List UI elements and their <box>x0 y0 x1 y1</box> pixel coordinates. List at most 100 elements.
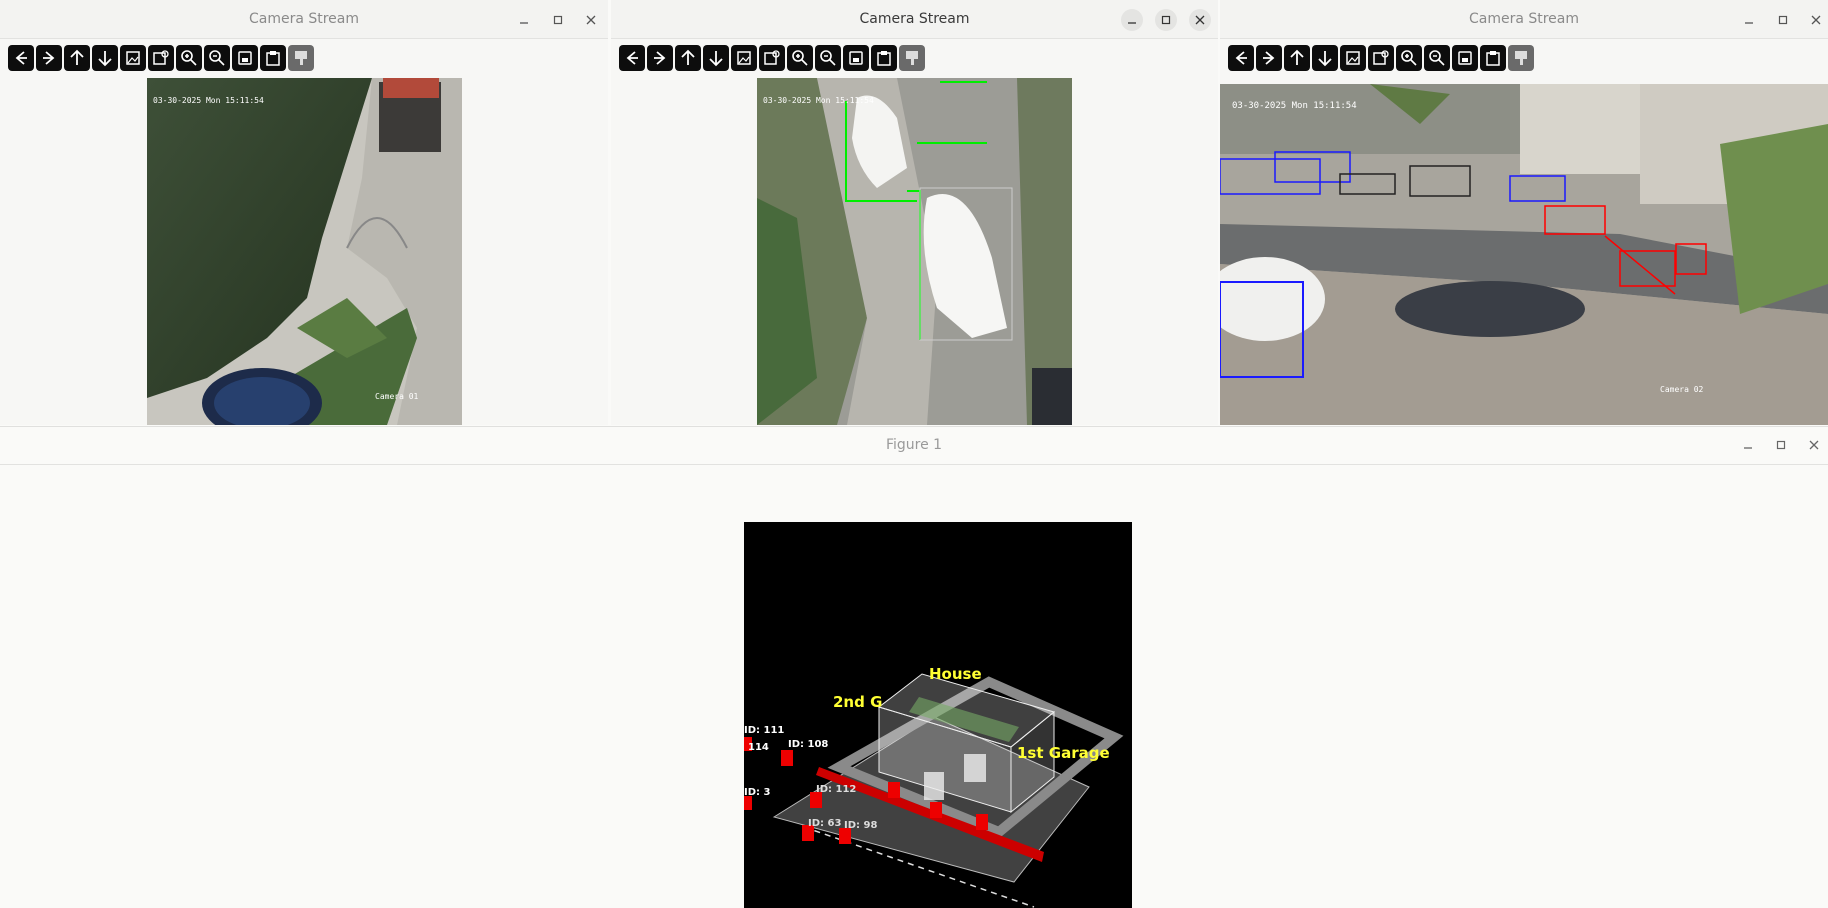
close-button[interactable] <box>1805 9 1827 31</box>
arrow-right-button[interactable] <box>1256 45 1282 71</box>
maximize-button[interactable] <box>1155 9 1177 31</box>
camera-label: Camera 02 <box>1660 385 1704 394</box>
zoom-out-icon <box>1429 50 1445 66</box>
arrow-down-icon <box>98 51 112 67</box>
vehicle-id-label: ID: 3 <box>744 787 771 798</box>
image-search-button[interactable] <box>148 45 174 71</box>
minimize-button[interactable] <box>1737 434 1759 456</box>
camera-window-1: Camera Stream 03-30-2025 Mon 15:11:54 Ca… <box>0 0 608 425</box>
close-button[interactable] <box>1189 9 1211 31</box>
minimize-button[interactable] <box>1738 9 1760 31</box>
3d-map-plot[interactable]: House 2nd G 1st Garage ID: 111 114 ID: 1… <box>744 522 1132 908</box>
clipboard-icon <box>266 51 280 66</box>
zoom-in-button[interactable] <box>1396 45 1422 71</box>
vehicle-id-label: ID: 112 <box>816 784 857 795</box>
arrow-down-icon <box>1318 51 1332 67</box>
arrow-left-icon <box>15 51 27 65</box>
image-button[interactable] <box>731 45 757 71</box>
close-button[interactable] <box>1803 434 1825 456</box>
arrow-right-icon <box>1263 51 1275 65</box>
image-button[interactable] <box>1340 45 1366 71</box>
clipboard-icon <box>877 51 891 66</box>
zoom-in-button[interactable] <box>787 45 813 71</box>
camera-feed-1: 03-30-2025 Mon 15:11:54 Camera 01 <box>147 78 462 425</box>
zoom-in-icon <box>181 50 197 66</box>
brush-button[interactable] <box>899 45 925 71</box>
clipboard-icon <box>1486 51 1500 66</box>
zoom-out-button[interactable] <box>204 45 230 71</box>
toolbar <box>611 41 1218 75</box>
maximize-button[interactable] <box>1772 9 1794 31</box>
minimize-button[interactable] <box>513 9 535 31</box>
arrow-up-icon <box>681 49 695 65</box>
minimize-button[interactable] <box>1121 9 1143 31</box>
titlebar[interactable]: Camera Stream <box>1220 0 1828 39</box>
titlebar[interactable]: Camera Stream <box>0 0 608 39</box>
garage2-label: 2nd G <box>833 693 883 711</box>
garage1-label: 1st Garage <box>1017 744 1110 762</box>
image-search-icon <box>1373 50 1389 65</box>
arrow-down-button[interactable] <box>92 45 118 71</box>
arrow-left-button[interactable] <box>8 45 34 71</box>
house-label: House <box>929 665 982 683</box>
window-title: Camera Stream <box>1468 11 1580 27</box>
camera-timestamp: 03-30-2025 Mon 15:11:54 <box>1232 101 1357 111</box>
zoom-out-button[interactable] <box>1424 45 1450 71</box>
image-search-icon <box>153 50 169 65</box>
image-search-button[interactable] <box>1368 45 1394 71</box>
image-icon <box>737 51 751 65</box>
save-button[interactable] <box>843 45 869 71</box>
save-button[interactable] <box>232 45 258 71</box>
brush-icon <box>295 51 307 65</box>
titlebar[interactable]: Camera Stream <box>611 0 1218 39</box>
arrow-left-button[interactable] <box>1228 45 1254 71</box>
arrow-down-icon <box>709 51 723 67</box>
maximize-button[interactable] <box>547 9 569 31</box>
save-button[interactable] <box>1452 45 1478 71</box>
save-icon <box>849 51 863 65</box>
clipboard-button[interactable] <box>260 45 286 71</box>
camera-label: Camera 01 <box>375 392 419 401</box>
image-button[interactable] <box>120 45 146 71</box>
arrow-up-button[interactable] <box>1284 45 1310 71</box>
arrow-right-icon <box>43 51 55 65</box>
maximize-button[interactable] <box>1770 434 1792 456</box>
arrow-left-icon <box>1235 51 1247 65</box>
camera-timestamp: 03-30-2025 Mon 15:11:54 <box>153 96 264 105</box>
image-search-button[interactable] <box>759 45 785 71</box>
window-title: Figure 1 <box>885 437 943 453</box>
arrow-up-button[interactable] <box>675 45 701 71</box>
clipboard-button[interactable] <box>871 45 897 71</box>
arrow-right-icon <box>654 51 666 65</box>
arrow-down-button[interactable] <box>703 45 729 71</box>
vehicle-id-label: ID: 108 <box>788 739 829 750</box>
brush-icon <box>906 51 918 65</box>
titlebar[interactable]: Figure 1 <box>0 426 1828 465</box>
brush-button[interactable] <box>1508 45 1534 71</box>
save-icon <box>238 51 252 65</box>
zoom-out-button[interactable] <box>815 45 841 71</box>
arrow-right-button[interactable] <box>647 45 673 71</box>
toolbar <box>1220 41 1828 75</box>
arrow-left-icon <box>626 51 638 65</box>
vehicle-id-label: ID: 98 <box>844 820 878 831</box>
clipboard-button[interactable] <box>1480 45 1506 71</box>
camera-window-3: Camera Stream 03-30-2025 Mon 15:11:54 Ca… <box>1220 0 1828 425</box>
arrow-down-button[interactable] <box>1312 45 1338 71</box>
vehicle-id-label: ID: 111 <box>744 725 785 736</box>
camera-feed-2: 03-30-2025 Mon 15:11:54 <box>757 78 1072 425</box>
image-search-icon <box>764 50 780 65</box>
arrow-up-icon <box>70 49 84 65</box>
arrow-up-button[interactable] <box>64 45 90 71</box>
camera-feed-3: 03-30-2025 Mon 15:11:54 Camera 02 <box>1220 84 1828 425</box>
arrow-left-button[interactable] <box>619 45 645 71</box>
arrow-up-icon <box>1290 49 1304 65</box>
zoom-in-button[interactable] <box>176 45 202 71</box>
vehicle-id-label: 114 <box>748 742 769 753</box>
zoom-in-icon <box>792 50 808 66</box>
arrow-right-button[interactable] <box>36 45 62 71</box>
close-button[interactable] <box>580 9 602 31</box>
camera-timestamp: 03-30-2025 Mon 15:11:54 <box>763 96 874 105</box>
brush-icon <box>1515 51 1527 65</box>
brush-button[interactable] <box>288 45 314 71</box>
